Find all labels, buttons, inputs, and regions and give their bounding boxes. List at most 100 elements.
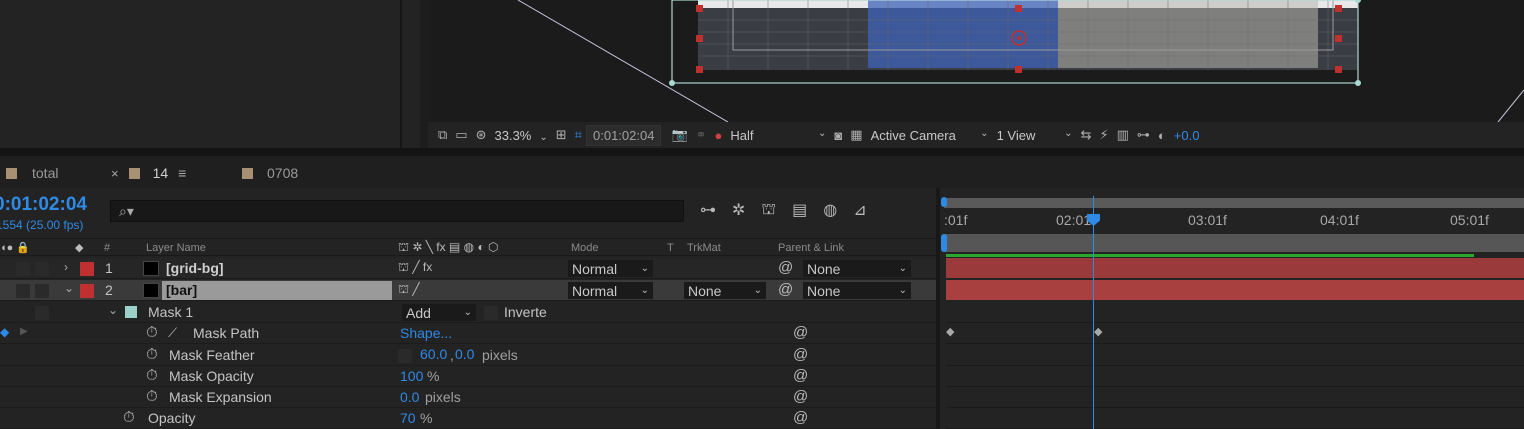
flowchart-icon[interactable]: ⊶: [1133, 127, 1154, 143]
composition-viewer[interactable]: [428, 0, 1524, 122]
column-mode[interactable]: Mode: [571, 242, 599, 254]
pick-whip-icon[interactable]: @: [793, 346, 808, 363]
graph-icon[interactable]: ⟋: [168, 325, 177, 341]
label-color-swatch[interactable]: [80, 284, 94, 298]
column-parent-link[interactable]: Parent & Link: [778, 242, 844, 254]
tab-14[interactable]: × 14 ≡: [111, 164, 186, 182]
close-icon[interactable]: ×: [111, 166, 119, 181]
timeline-ruler-area[interactable]: :01f 02:01f 03:01f 04:01f 05:01f ◆ ◆: [940, 188, 1524, 429]
camera-snapshot-icon[interactable]: 📷: [667, 127, 691, 143]
layer-row[interactable]: › 1 [grid-bg] ⛫ ╱ fx Normal ⌄ @ None ⌄: [0, 258, 940, 279]
stopwatch-icon[interactable]: ⏱: [146, 346, 158, 363]
layer-duration-bar[interactable]: [946, 280, 1524, 300]
current-time-field[interactable]: 0:01:02:04: [586, 124, 662, 146]
show-snapshot-icon[interactable]: ⚭: [692, 127, 711, 143]
mask-expansion-value[interactable]: 0.0: [400, 389, 419, 405]
mask-mode-dropdown[interactable]: Add ⌄: [402, 304, 476, 321]
mask-visibility-icon[interactable]: ⊛: [472, 127, 491, 143]
exposure-value[interactable]: +0.0: [1170, 128, 1204, 143]
motion-blur-icon[interactable]: ◍: [823, 200, 837, 220]
av-switch[interactable]: [16, 284, 30, 298]
column-layer-name[interactable]: Layer Name: [146, 242, 206, 254]
pick-whip-icon[interactable]: @: [778, 281, 793, 298]
mode-dropdown[interactable]: Normal ⌄: [568, 260, 653, 277]
current-time-display[interactable]: 0:01:02:04: [0, 194, 87, 216]
camera-select[interactable]: Active Camera ⌄: [867, 128, 993, 143]
tab-total[interactable]: total: [6, 164, 58, 182]
safe-margins-icon[interactable]: ⊞: [552, 127, 571, 143]
stopwatch-icon[interactable]: ⏱: [146, 324, 158, 341]
composition-mini-flowchart-icon[interactable]: ⊶: [700, 200, 716, 220]
opacity-value[interactable]: 70: [400, 410, 416, 426]
draft-3d-icon[interactable]: ✲: [732, 200, 745, 220]
chevron-right-icon[interactable]: ›: [64, 260, 68, 274]
keyframe-icon[interactable]: ◆: [946, 325, 954, 338]
layer-name[interactable]: [bar]: [166, 282, 197, 298]
range-start-handle[interactable]: [941, 234, 947, 252]
stopwatch-icon[interactable]: ⏱: [146, 388, 158, 405]
shy-layers-icon[interactable]: ⛫: [761, 200, 776, 220]
mode-dropdown[interactable]: Normal ⌄: [568, 282, 653, 299]
mask-feather-y[interactable]: 0.0: [455, 346, 474, 362]
pick-whip-icon[interactable]: @: [793, 388, 808, 405]
chevron-down-icon[interactable]: ⌄: [108, 303, 118, 317]
mask-opacity-value[interactable]: 100: [400, 368, 423, 384]
mask-row[interactable]: ⌄ Mask 1 Add ⌄ Inverte: [0, 302, 940, 323]
mask-color-swatch[interactable]: [125, 306, 137, 318]
mask-feather-x[interactable]: 60.0: [420, 346, 447, 362]
label-color-swatch[interactable]: [80, 262, 94, 276]
mask-name[interactable]: Mask 1: [148, 304, 193, 320]
pick-whip-icon[interactable]: @: [793, 409, 808, 426]
toggle-pixel-aspect-icon[interactable]: ⇆: [1077, 127, 1096, 143]
layer-search-input[interactable]: ⌕▾: [110, 200, 684, 222]
region-of-interest-icon[interactable]: ◙: [830, 128, 846, 143]
zoom-select[interactable]: 33.3% ⌄: [491, 128, 552, 143]
parent-dropdown[interactable]: None ⌄: [803, 260, 911, 277]
parent-dropdown[interactable]: None ⌄: [803, 282, 911, 299]
mask-feather-row[interactable]: ⏱ Mask Feather 60.0 , 0.0 pixels @: [0, 345, 940, 366]
av-switch[interactable]: [16, 262, 30, 276]
mask-path-visibility-icon[interactable]: ⌗: [571, 127, 586, 143]
solo-switch[interactable]: [35, 262, 49, 276]
pick-whip-icon[interactable]: @: [778, 259, 793, 276]
resolution-select[interactable]: Half ⌄: [726, 128, 830, 143]
chevron-down-icon[interactable]: ⌄: [64, 281, 74, 295]
mask-path-row[interactable]: ◆ ▶ ⏱ ⟋ Mask Path Shape... @: [0, 323, 940, 344]
column-trkmat[interactable]: TrkMat: [687, 242, 721, 254]
mask-opacity-row[interactable]: ⏱ Mask Opacity 100 % @: [0, 366, 940, 387]
stopwatch-icon[interactable]: ⏱: [146, 367, 158, 384]
work-area-bar[interactable]: [944, 198, 1524, 208]
view-layout-select[interactable]: 1 View ⌄: [993, 128, 1077, 143]
opacity-row[interactable]: ⏱ Opacity 70 % @: [0, 408, 940, 429]
color-channels-icon[interactable]: ●: [711, 128, 727, 143]
transparency-grid-icon[interactable]: ▦: [846, 127, 866, 143]
keyframe-navigator-icon[interactable]: ◆: [0, 325, 9, 339]
always-preview-icon[interactable]: ⧉: [434, 127, 451, 143]
next-keyframe-icon[interactable]: ▶: [20, 326, 28, 337]
stopwatch-icon[interactable]: ⏱: [123, 409, 135, 426]
monitor-icon[interactable]: ▭: [451, 127, 471, 143]
fast-previews-icon[interactable]: ⚡: [1095, 127, 1112, 143]
solo-switch[interactable]: [35, 284, 49, 298]
graph-editor-icon[interactable]: ⊿: [853, 200, 866, 220]
pick-whip-icon[interactable]: @: [793, 324, 808, 341]
timeline-icon[interactable]: ▥: [1113, 127, 1133, 143]
reset-exposure-icon[interactable]: ◐: [1154, 128, 1170, 143]
trkmat-dropdown[interactable]: None ⌄: [684, 282, 766, 299]
layer-switches[interactable]: ⛫ ╱: [398, 282, 420, 298]
inverted-checkbox[interactable]: [484, 306, 498, 320]
pick-whip-icon[interactable]: @: [793, 367, 808, 384]
mask-path-value[interactable]: Shape...: [400, 325, 452, 341]
current-time-indicator[interactable]: [1093, 196, 1094, 429]
layer-row[interactable]: ⌄ 2 [bar] ⛫ ╱ Normal ⌄ None ⌄ @ None ⌄: [0, 280, 940, 301]
keyframe-icon[interactable]: ◆: [1094, 325, 1102, 338]
lock-switch[interactable]: [35, 306, 49, 320]
menu-icon[interactable]: ≡: [178, 165, 186, 181]
work-area-start-handle[interactable]: [941, 197, 947, 207]
tab-0708[interactable]: 0708: [242, 164, 298, 182]
constrain-proportions-icon[interactable]: [398, 349, 412, 363]
layer-name[interactable]: [grid-bg]: [166, 260, 224, 276]
layer-switches[interactable]: ⛫ ╱ fx: [398, 260, 432, 276]
mask-expansion-row[interactable]: ⏱ Mask Expansion 0.0 pixels @: [0, 387, 940, 408]
layer-duration-bar[interactable]: [946, 258, 1524, 278]
